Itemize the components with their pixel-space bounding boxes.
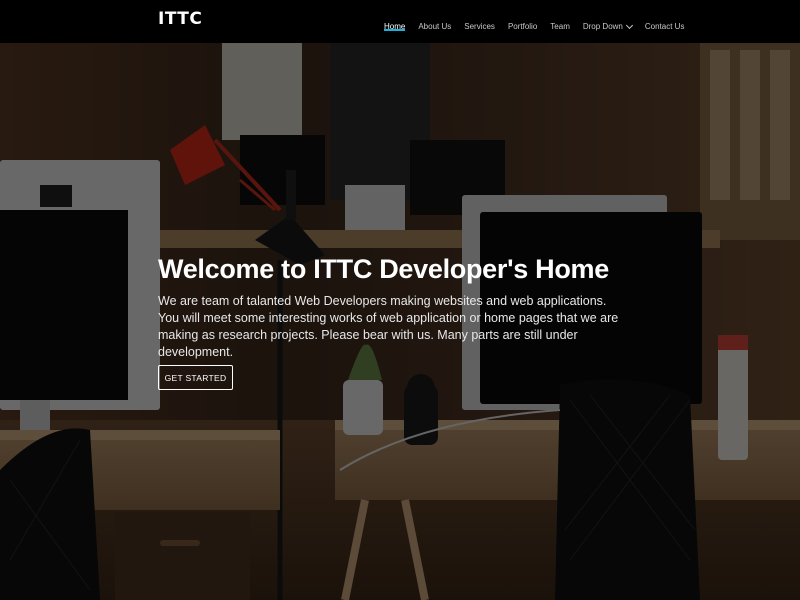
active-indicator [384,29,406,31]
hero-description: We are team of talanted Web Developers m… [158,293,638,361]
get-started-button[interactable]: GET STARTED [158,365,233,390]
nav-item-home: Home [384,14,406,33]
hero-title: Welcome to ITTC Developer's Home [158,254,609,284]
nav-link-services[interactable]: Services [464,22,495,31]
nav-link-drop-down[interactable]: Drop Down [582,21,633,31]
page: ITTC Home About Us Services Portfolio Te… [0,0,800,600]
nav-item-portfolio: Portfolio [508,14,537,33]
top-navbar: ITTC Home About Us Services Portfolio Te… [0,0,800,43]
nav-link-portfolio[interactable]: Portfolio [508,22,537,31]
main-nav-menu: Home About Us Services Portfolio Team Dr… [384,14,697,33]
hero-description-line-1: We are team of talanted Web Developers m… [158,294,607,308]
nav-item-about: About Us [418,14,451,33]
nav-item-team: Team [550,14,570,33]
hero-content: Welcome to ITTC Developer's Home We are … [158,254,678,361]
nav-link-contact-us[interactable]: Contact Us [645,22,685,31]
brand-logo[interactable]: ITTC [158,9,202,29]
hero-description-line-2: You will meet some interesting works of … [158,311,619,359]
nav-item-dropdown: Drop Down [582,14,633,33]
nav-link-drop-down-label: Drop Down [582,22,623,31]
nav-link-team[interactable]: Team [550,22,570,31]
nav-item-contact: Contact Us [645,14,685,33]
chevron-down-icon [625,21,633,29]
nav-link-about-us[interactable]: About Us [418,22,451,31]
nav-item-services: Services [464,14,495,33]
